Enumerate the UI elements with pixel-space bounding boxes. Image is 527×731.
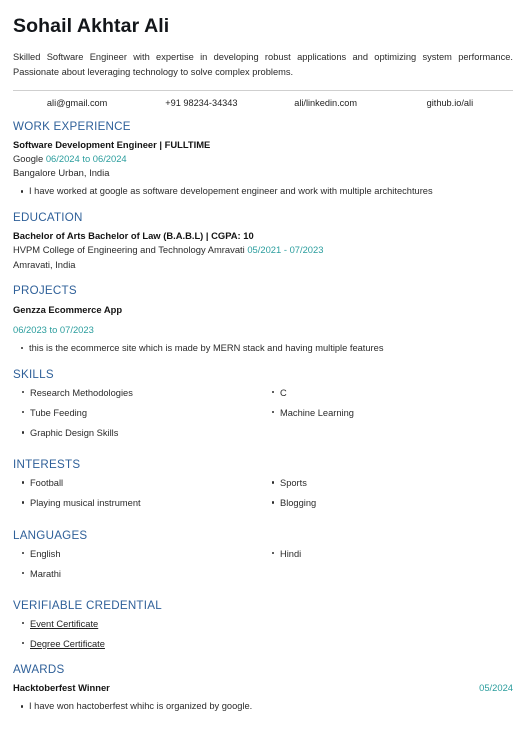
education-institution-line: HVPM College of Engineering and Technolo… (13, 243, 514, 257)
list-item: Graphic Design Skills (13, 426, 263, 440)
education-degree: Bachelor of Arts Bachelor of Law (B.A.B.… (13, 230, 254, 242)
list-item: C (263, 386, 513, 400)
list-item: Tube Feeding (13, 406, 263, 420)
contact-github[interactable]: github.io/ali (388, 98, 512, 108)
award-bullet: I have won hactoberfest whihc is organiz… (13, 699, 514, 714)
resume-page: Sohail Akhtar Ali Skilled Software Engin… (0, 0, 527, 731)
header-divider (13, 89, 513, 91)
education-dates: 05/2021 - 07/2023 (247, 244, 324, 256)
contact-phone[interactable]: +91 98234-34343 (139, 98, 263, 108)
interests-column-left: Football Playing musical instrument (13, 476, 263, 516)
languages-right-list: Hindi (263, 547, 513, 561)
list-item: Marathi (13, 567, 263, 581)
section-work-experience: WORK EXPERIENCE Software Development Eng… (13, 120, 514, 200)
section-projects: PROJECTS Genzza Ecommerce App 06/2023 to… (13, 284, 514, 356)
interests-right-list: Sports Blogging (263, 476, 513, 510)
section-skills: SKILLS Research Methodologies Tube Feedi… (13, 368, 514, 446)
list-item: Hindi (263, 547, 513, 561)
work-entry: Software Development Engineer | FULLTIME… (13, 138, 514, 200)
section-awards: AWARDS Hacktoberfest Winner 05/2024 I ha… (13, 663, 514, 714)
project-dates: 06/2023 to 07/2023 (13, 323, 94, 335)
award-name: Hacktoberfest Winner (13, 682, 110, 694)
education-location: Amravati, India (13, 258, 76, 270)
section-languages: LANGUAGES English Marathi Hindi (13, 529, 514, 587)
interests-column-right: Sports Blogging (263, 476, 513, 516)
skills-column-right: C Machine Learning (263, 386, 513, 446)
languages-column-left: English Marathi (13, 547, 263, 587)
section-title-projects: PROJECTS (13, 283, 77, 297)
credential-list: Event Certificate Degree Certificate (13, 617, 514, 651)
languages-left-list: English Marathi (13, 547, 263, 581)
credential-link-degree[interactable]: Degree Certificate (30, 639, 105, 649)
section-title-languages: LANGUAGES (13, 528, 88, 542)
award-bullet-list: I have won hactoberfest whihc is organiz… (13, 699, 514, 714)
contact-linkedin[interactable]: ali/linkedin.com (264, 98, 388, 108)
list-item: Degree Certificate (13, 637, 514, 651)
project-bullet: this is the ecommerce site which is made… (13, 341, 514, 356)
list-item: Sports (263, 476, 513, 490)
section-title-verifiable-credential: VERIFIABLE CREDENTIAL (13, 598, 162, 612)
section-education: EDUCATION Bachelor of Arts Bachelor of L… (13, 211, 514, 272)
section-interests: INTERESTS Football Playing musical instr… (13, 458, 514, 516)
list-item: Playing musical instrument (13, 496, 263, 510)
list-item: Research Methodologies (13, 386, 263, 400)
award-date: 05/2024 (479, 682, 513, 694)
section-title-interests: INTERESTS (13, 458, 81, 472)
languages-column-right: Hindi (263, 547, 513, 587)
skills-column-left: Research Methodologies Tube Feeding Grap… (13, 386, 263, 446)
credential-link-event[interactable]: Event Certificate (30, 619, 98, 629)
award-entry-header: Hacktoberfest Winner 05/2024 (13, 681, 513, 695)
section-title-skills: SKILLS (13, 367, 54, 381)
interests-columns: Football Playing musical instrument Spor… (13, 476, 514, 516)
list-item: Blogging (263, 496, 513, 510)
project-name: Genzza Ecommerce App (13, 303, 123, 315)
work-location: Bangalore Urban, India (13, 166, 110, 178)
section-title-work-experience: WORK EXPERIENCE (13, 119, 131, 133)
skills-columns: Research Methodologies Tube Feeding Grap… (13, 386, 514, 446)
skills-right-list: C Machine Learning (263, 386, 513, 420)
list-item: Machine Learning (263, 406, 513, 420)
work-company-line: Google 06/2024 to 06/2024 (13, 152, 514, 166)
work-company: Google (13, 152, 44, 164)
project-bullet-list: this is the ecommerce site which is made… (13, 341, 514, 356)
section-title-awards: AWARDS (13, 663, 65, 677)
education-entry: Bachelor of Arts Bachelor of Law (B.A.B.… (13, 229, 514, 272)
education-institution: HVPM College of Engineering and Technolo… (13, 244, 245, 256)
section-verifiable-credential: VERIFIABLE CREDENTIAL Event Certificate … (13, 599, 514, 651)
work-role: Software Development Engineer | FULLTIME (13, 138, 211, 150)
professional-summary: Skilled Software Engineer with expertise… (13, 52, 513, 78)
skills-left-list: Research Methodologies Tube Feeding Grap… (13, 386, 263, 440)
contact-email[interactable]: ali@gmail.com (15, 98, 139, 108)
list-item: English (13, 547, 263, 561)
languages-columns: English Marathi Hindi (13, 547, 514, 587)
contact-row: ali@gmail.com +91 98234-34343 ali/linked… (13, 98, 514, 108)
work-bullet: I have worked at google as software deve… (13, 184, 514, 199)
work-dates: 06/2024 to 06/2024 (45, 152, 127, 164)
project-entry: Genzza Ecommerce App 06/2023 to 07/2023 … (13, 303, 514, 356)
list-item: Event Certificate (13, 617, 514, 631)
page-title: Sohail Akhtar Ali (13, 15, 170, 37)
work-bullet-list: I have worked at google as software deve… (13, 184, 514, 199)
section-title-education: EDUCATION (13, 211, 83, 225)
interests-left-list: Football Playing musical instrument (13, 476, 263, 510)
list-item: Football (13, 476, 263, 490)
